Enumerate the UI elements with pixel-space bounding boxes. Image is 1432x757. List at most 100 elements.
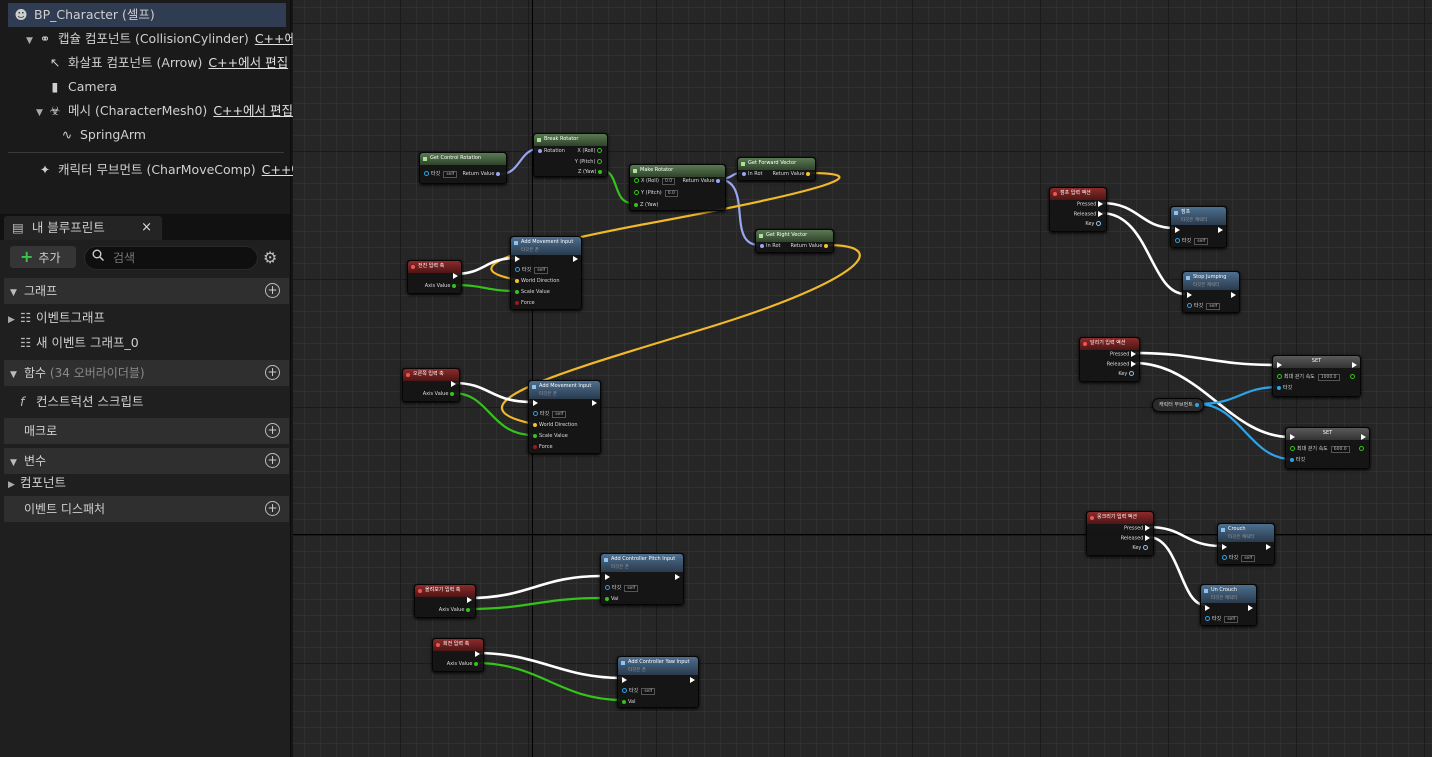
node-set-max-walk-speed[interactable]: SET 최대 걷기 속도 600.0 타깃 xyxy=(1285,427,1370,469)
component-arrow[interactable]: ↖ 화살표 컴포넌트 (Arrow) C++에서 편집 xyxy=(0,51,338,75)
pin-max-walk-speed[interactable]: 최대 걷기 속도 600.0 xyxy=(1290,446,1350,453)
pin-target[interactable]: 타깃 xyxy=(1277,385,1292,391)
node-jump[interactable]: 점프 타깃은 캐릭터 타깃 self xyxy=(1170,206,1227,248)
pin-exec-in[interactable] xyxy=(605,574,610,581)
pin-return-value[interactable]: Return Value xyxy=(462,171,502,177)
component-movement[interactable]: ✦ 캐릭터 무브먼트 (CharMoveComp) C++에 xyxy=(0,158,328,182)
pin-exec-in[interactable] xyxy=(1205,605,1210,612)
add-variable-icon[interactable]: + xyxy=(265,453,280,468)
add-macro-icon[interactable]: + xyxy=(265,423,280,438)
pin-exec-out[interactable] xyxy=(592,400,597,407)
pin-exec-out[interactable] xyxy=(1266,544,1271,551)
pin-pressed[interactable]: Pressed xyxy=(1124,525,1150,532)
pin-exec-out[interactable] xyxy=(1231,292,1236,299)
node-right-axis-event[interactable]: 오른쪽 입력 축 Axis Value xyxy=(402,368,460,402)
category-macros[interactable]: 매크로 + xyxy=(4,418,289,444)
pin-exec-in[interactable] xyxy=(533,400,538,407)
add-dispatcher-icon[interactable]: + xyxy=(265,501,280,516)
pin-x-roll[interactable]: X (Roll) 0.0 xyxy=(634,178,676,185)
expand-arrow-icon[interactable]: ▼ xyxy=(26,29,36,51)
add-button[interactable]: + 추가 xyxy=(10,246,76,268)
node-make-rotator[interactable]: Make Rotator X (Roll) 0.0 Y (Pitch) 0.0 Z … xyxy=(629,164,726,211)
pin-target[interactable]: 타깃 self xyxy=(622,688,656,695)
pin-max-walk-speed[interactable]: 최대 걷기 속도 1000.0 xyxy=(1277,374,1340,381)
node-stop-jumping[interactable]: Stop Jumping 타깃은 캐릭터 타깃 self xyxy=(1182,271,1240,313)
node-run-action-event[interactable]: 달리기 입력 액션 Pressed Released Key xyxy=(1079,337,1140,382)
component-capsule[interactable]: ▼ ⚭ 캡슐 컴포넌트 (CollisionCylinder) C++에 xyxy=(0,27,316,51)
pin-target[interactable]: 타깃 self xyxy=(1205,616,1239,623)
pin-exec-out[interactable] xyxy=(1352,362,1357,369)
pin-exec-in[interactable] xyxy=(515,256,520,263)
collapse-arrow-icon[interactable]: ▼ xyxy=(10,362,22,388)
component-camera[interactable]: ▮ Camera xyxy=(0,75,338,99)
category-variables[interactable]: ▼ 변수 + xyxy=(4,448,289,474)
pin-x-roll[interactable]: X (Roll) xyxy=(577,148,604,154)
pin-exec-out[interactable] xyxy=(675,574,680,581)
node-un-crouch[interactable]: Un Crouch 타깃은 캐릭터 타깃 self xyxy=(1200,584,1257,626)
pin-y-pitch[interactable]: Y (Pitch) 0.0 xyxy=(634,190,678,197)
pin-world-direction[interactable]: World Direction xyxy=(515,278,560,284)
node-get-control-rotation[interactable]: Get Control Rotation 타깃 self Return Value xyxy=(419,152,507,184)
pin-pressed[interactable]: Pressed xyxy=(1110,351,1136,358)
pin-exec-out[interactable] xyxy=(1361,434,1366,441)
graph-item-event-graph[interactable]: ▶ ☷ 이벤트그래프 xyxy=(8,307,105,329)
node-break-rotator[interactable]: Break Rotator Rotation X (Roll) Y (Pitch… xyxy=(533,133,608,177)
node-crouch[interactable]: Crouch 타깃은 캐릭터 타깃 self xyxy=(1217,523,1275,565)
pin-exec-in[interactable] xyxy=(622,677,627,684)
component-mesh[interactable]: ▼ ☣ 메시 (CharacterMesh0) C++에서 편집 xyxy=(0,99,326,123)
pin-scale-value[interactable]: Scale Value xyxy=(515,289,550,295)
expand-arrow-icon[interactable]: ▶ xyxy=(8,309,20,331)
expand-arrow-icon[interactable]: ▶ xyxy=(8,474,20,496)
pin-y-pitch[interactable]: Y (Pitch) xyxy=(575,159,604,165)
pin-target[interactable]: 타깃 self xyxy=(1222,555,1256,562)
category-functions[interactable]: ▼ 함수 (34 오버라이더블) + xyxy=(4,360,289,386)
graph-item-new-event-graph[interactable]: ☷ 새 이벤트 그래프_0 xyxy=(20,332,139,354)
add-graph-icon[interactable]: + xyxy=(265,283,280,298)
node-crouch-action-event[interactable]: 웅크리기 입력 액션 Pressed Released Key xyxy=(1086,511,1154,556)
pin-exec-out[interactable] xyxy=(453,273,458,280)
category-graphs[interactable]: ▼ 그래프 + xyxy=(4,278,289,304)
edit-in-cpp-link[interactable]: C++에서 편집 xyxy=(208,55,288,70)
pin-exec-in[interactable] xyxy=(1175,227,1180,234)
pin-return-value[interactable]: Return Value xyxy=(772,171,812,177)
category-event-dispatchers[interactable]: 이벤트 디스패처 + xyxy=(4,496,289,522)
pin-output[interactable] xyxy=(1195,402,1201,408)
pin-val[interactable]: Val xyxy=(605,596,619,602)
pin-exec-in[interactable] xyxy=(1222,544,1227,551)
pin-key[interactable]: Key xyxy=(1118,371,1136,377)
node-add-movement-input[interactable]: Add Movement Input 타깃은 폰 타깃 self World Dir… xyxy=(510,236,582,310)
pin-exec-out[interactable] xyxy=(475,651,480,658)
pin-exec-out[interactable] xyxy=(467,597,472,604)
pin-exec-in[interactable] xyxy=(1290,434,1295,441)
function-item-construction-script[interactable]: f 컨스트럭션 스크립트 xyxy=(20,391,143,413)
pin-exec-in[interactable] xyxy=(1277,362,1282,369)
pin-axis-value[interactable]: Axis Value xyxy=(439,607,472,613)
pin-released[interactable]: Released xyxy=(1107,361,1136,368)
pin-val[interactable]: Val xyxy=(622,699,636,705)
pin-target[interactable]: 타깃 self xyxy=(515,267,549,274)
gear-icon[interactable]: ⚙ xyxy=(263,248,277,267)
pin-target[interactable]: 타깃 self xyxy=(533,411,567,418)
pin-z-yaw[interactable]: Z (Yaw) xyxy=(634,202,658,208)
pin-z-yaw[interactable]: Z (Yaw) xyxy=(578,169,604,175)
edit-in-cpp-link[interactable]: C++에 xyxy=(255,31,296,46)
component-root[interactable]: ☻ BP_Character (셀프) xyxy=(8,3,286,27)
close-icon[interactable]: × xyxy=(141,216,152,240)
search-box[interactable] xyxy=(84,246,258,270)
pin-target[interactable]: 타깃 self xyxy=(424,171,458,178)
pin-force[interactable]: Force xyxy=(515,300,535,306)
pin-output[interactable] xyxy=(1359,446,1366,452)
pin-exec-in[interactable] xyxy=(1187,292,1192,299)
node-get-forward-vector[interactable]: Get Forward Vector In Rot Return Value xyxy=(737,157,816,181)
pin-target[interactable]: 타깃 self xyxy=(1187,303,1221,310)
pin-world-direction[interactable]: World Direction xyxy=(533,422,578,428)
tab-my-blueprint[interactable]: ▤ 내 블루프린트 × xyxy=(4,216,162,240)
node-character-movement-getter[interactable]: 캐릭터 무브먼트 xyxy=(1152,398,1204,412)
node-get-right-vector[interactable]: Get Right Vector In Rot Return Value xyxy=(755,229,834,253)
pin-force[interactable]: Force xyxy=(533,444,553,450)
node-set-max-walk-speed[interactable]: SET 최대 걷기 속도 1000.0 타깃 xyxy=(1272,355,1361,397)
pin-axis-value[interactable]: Axis Value xyxy=(425,283,458,289)
add-function-icon[interactable]: + xyxy=(265,365,280,380)
pin-exec-out[interactable] xyxy=(1218,227,1223,234)
node-forward-axis-event[interactable]: 전진 입력 축 Axis Value xyxy=(407,260,462,294)
